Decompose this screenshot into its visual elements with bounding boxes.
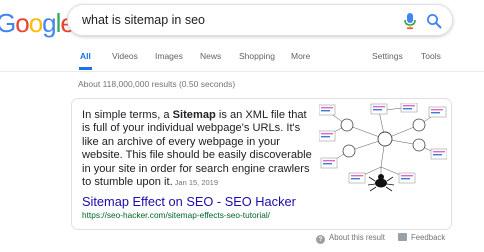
search-input[interactable] <box>82 12 382 28</box>
search-box <box>67 4 453 36</box>
logo-letter: o <box>28 8 44 38</box>
tab-all[interactable]: All <box>79 48 92 70</box>
tab-shopping[interactable]: Shopping <box>239 48 275 70</box>
help-icon: ? <box>316 235 325 244</box>
about-this-result[interactable]: ? About this result <box>316 233 385 244</box>
microphone-icon[interactable] <box>403 12 417 30</box>
result-title-link[interactable]: Sitemap Effect on SEO - SEO Hacker <box>82 194 296 209</box>
search-tabs: All Videos Images News Shopping More Set… <box>0 48 484 72</box>
snippet-text-part: In simple terms, a <box>82 109 173 121</box>
logo-letter: o <box>15 8 30 38</box>
tab-tools[interactable]: Tools <box>421 48 441 70</box>
sitemap-diagram-image[interactable] <box>319 103 447 193</box>
logo-letter: G <box>0 8 16 38</box>
logo-letter: g <box>42 8 57 38</box>
search-icon[interactable] <box>426 13 442 29</box>
feedback-label: Feedback <box>411 233 446 242</box>
tabs-divider <box>0 71 484 72</box>
tab-images[interactable]: Images <box>155 48 183 70</box>
tab-settings[interactable]: Settings <box>372 48 403 70</box>
result-stats: About 118,000,000 results (0.50 seconds) <box>78 79 236 89</box>
snippet-text: In simple terms, a Sitemap is an XML fil… <box>82 109 314 189</box>
about-label: About this result <box>329 233 385 242</box>
snippet-bold-term: Sitemap <box>172 109 216 121</box>
snippet-date: Jan 15, 2019 <box>174 178 219 188</box>
tab-more[interactable]: More <box>291 48 310 70</box>
google-logo[interactable]: Google <box>0 8 75 39</box>
tab-videos[interactable]: Videos <box>112 48 138 70</box>
result-url[interactable]: https://seo-hacker.com/sitemap-effects-s… <box>82 210 270 220</box>
featured-snippet: In simple terms, a Sitemap is an XML fil… <box>71 98 452 230</box>
feedback-icon <box>398 233 407 241</box>
feedback-link[interactable]: Feedback <box>398 233 445 242</box>
tab-news[interactable]: News <box>200 48 221 70</box>
